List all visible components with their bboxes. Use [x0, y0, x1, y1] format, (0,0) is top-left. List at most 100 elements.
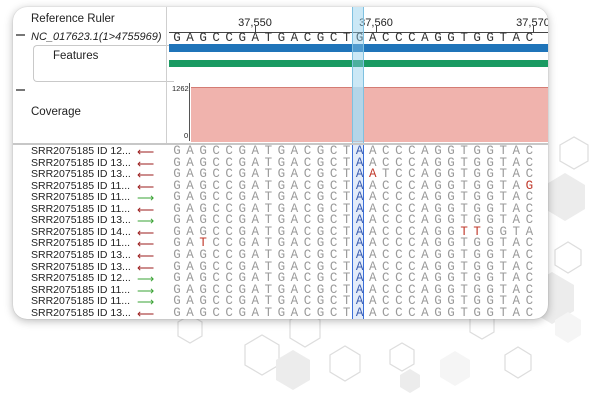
read-base: A [251, 305, 260, 319]
reference-base: C [382, 31, 390, 45]
read-base: T [342, 305, 351, 319]
reference-base: C [395, 31, 403, 45]
read-label[interactable]: SRR2075185 ID 14... [31, 226, 131, 238]
read-label[interactable]: SRR2075185 ID 13... [31, 157, 131, 169]
read-base: T [460, 305, 468, 319]
read-base: G [277, 305, 286, 319]
features-label: Features [53, 50, 99, 62]
read-base: T [264, 305, 273, 319]
coverage-min-label: 0 [184, 131, 189, 140]
read-label[interactable]: SRR2075185 ID 13... [31, 214, 131, 226]
reference-base: G [173, 31, 181, 45]
read-base: G [473, 305, 481, 319]
read-base: G [316, 305, 325, 319]
reference-base: G [238, 31, 246, 45]
reverse-strand-arrow-icon: ⟵ [137, 248, 155, 263]
reference-base: G [447, 31, 455, 45]
read-base: C [408, 305, 416, 319]
read-label[interactable]: SRR2075185 ID 11... [31, 284, 130, 296]
forward-strand-arrow-icon: ⟶ [137, 283, 155, 298]
reference-base: T [342, 31, 351, 45]
reverse-strand-arrow-icon: ⟵ [137, 202, 155, 217]
reference-base: C [525, 31, 534, 45]
forward-strand-arrow-icon: ⟶ [137, 191, 155, 206]
ruler-tick-label: 37,550 [238, 17, 272, 29]
reference-base: A [251, 31, 260, 45]
reverse-strand-arrow-icon: ⟵ [137, 156, 155, 171]
coverage-max-label: 1262 [172, 84, 189, 93]
read-base: G [486, 305, 494, 319]
selected-column-highlight [352, 7, 364, 143]
reference-base: G [199, 31, 207, 45]
collapse-coverage-handle[interactable] [16, 89, 25, 91]
reference-base: T [264, 31, 273, 45]
read-base: C [382, 305, 390, 319]
reference-base: G [316, 31, 325, 45]
read-base: A [186, 305, 194, 319]
coverage-axis [189, 83, 190, 141]
coverage-plot [191, 87, 548, 142]
read-base: G [238, 305, 246, 319]
reference-base: C [329, 31, 338, 45]
reverse-strand-arrow-icon: ⟵ [137, 168, 155, 183]
reference-base: C [212, 31, 220, 45]
reference-base: T [460, 31, 468, 45]
reverse-strand-arrow-icon: ⟵ [137, 225, 155, 240]
read-label[interactable]: SRR2075185 ID 13... [31, 249, 131, 261]
reference-base: G [473, 31, 481, 45]
read-base: A [512, 305, 521, 319]
reference-base: C [303, 31, 312, 45]
read-base: A [368, 305, 377, 319]
read-base: C [395, 305, 403, 319]
reference-base: G [486, 31, 494, 45]
read-label[interactable]: SRR2075185 ID 11... [31, 295, 130, 307]
alignment-viewer-panel: Reference Ruler NC_017623.1(1>4755969) F… [13, 7, 548, 319]
reference-base: A [368, 31, 377, 45]
read-base: G [434, 305, 442, 319]
read-base: G [199, 305, 207, 319]
read-base: A [355, 305, 364, 319]
reverse-strand-arrow-icon: ⟵ [137, 145, 155, 159]
read-label[interactable]: SRR2075185 ID 11... [31, 180, 130, 192]
read-label[interactable]: SRR2075185 ID 13... [31, 261, 131, 273]
reference-base: A [290, 31, 299, 45]
reverse-strand-arrow-icon: ⟵ [137, 260, 155, 275]
reference-base: C [225, 31, 233, 45]
forward-strand-arrow-icon: ⟶ [137, 272, 155, 287]
read-base: C [525, 305, 534, 319]
reference-base: A [512, 31, 521, 45]
forward-strand-arrow-icon: ⟶ [137, 214, 155, 229]
read-base: C [212, 305, 220, 319]
read-label[interactable]: SRR2075185 ID 12... [31, 272, 131, 284]
read-label[interactable]: SRR2075185 ID 12... [31, 145, 131, 157]
read-base: C [225, 305, 233, 319]
reference-base: T [499, 31, 507, 45]
reference-base: G [277, 31, 286, 45]
read-base: A [290, 305, 299, 319]
read-base: C [329, 305, 338, 319]
reference-base: G [434, 31, 442, 45]
ruler-tick-label: 37,560 [359, 17, 393, 29]
read-base: A [421, 305, 429, 319]
collapse-reference-handle[interactable] [16, 34, 25, 36]
label-column-divider [166, 7, 167, 143]
reverse-strand-arrow-icon: ⟵ [137, 306, 155, 319]
coverage-label: Coverage [31, 106, 81, 118]
reference-base: A [421, 31, 429, 45]
ruler-tick-label: 37,570 [516, 17, 548, 29]
reference-accession-label: NC_017623.1(1>4755969) [31, 31, 162, 43]
read-label[interactable]: SRR2075185 ID 13... [31, 307, 131, 319]
reference-base: A [186, 31, 194, 45]
read-label[interactable]: SRR2075185 ID 13... [31, 168, 131, 180]
reference-ruler-label: Reference Ruler [31, 13, 115, 25]
reverse-strand-arrow-icon: ⟵ [137, 237, 155, 252]
features-track-header[interactable]: Features [33, 45, 174, 82]
read-base: G [173, 305, 181, 319]
read-base: C [303, 305, 312, 319]
read-base: G [447, 305, 455, 319]
reference-base: C [408, 31, 416, 45]
read-label[interactable]: SRR2075185 ID 11... [31, 237, 130, 249]
reverse-strand-arrow-icon: ⟵ [137, 179, 155, 194]
read-label[interactable]: SRR2075185 ID 11... [31, 191, 130, 203]
read-label[interactable]: SRR2075185 ID 11... [31, 203, 130, 215]
